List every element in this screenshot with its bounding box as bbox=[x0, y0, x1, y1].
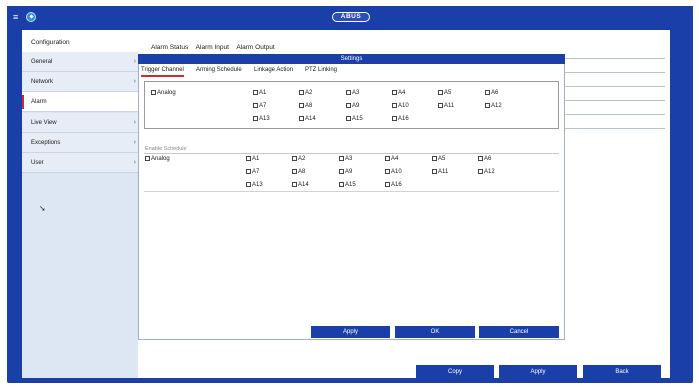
sidebar-item-general[interactable]: General › bbox=[22, 52, 138, 72]
checkbox-channel[interactable]: A16 bbox=[392, 116, 409, 122]
chevron-right-icon: › bbox=[133, 119, 136, 126]
sidebar-item-label: Network bbox=[31, 79, 54, 85]
brand-logo: ABUS bbox=[332, 12, 370, 22]
checkbox-channel[interactable]: A13 bbox=[253, 116, 270, 122]
dialog-ok-button[interactable]: OK bbox=[395, 326, 475, 338]
tab-trigger-channel[interactable]: Trigger Channel bbox=[141, 67, 184, 77]
checkbox-analog[interactable]: Analog bbox=[151, 90, 176, 96]
checkbox-schedule-channel[interactable]: A1 bbox=[246, 156, 259, 162]
alarm-subtabs: Alarm Status Alarm Input Alarm Output bbox=[151, 44, 281, 51]
dialog-cancel-button[interactable]: Cancel bbox=[479, 326, 559, 338]
checkbox-channel[interactable]: A4 bbox=[392, 90, 405, 96]
tab-ptz-linking[interactable]: PTZ Linking bbox=[305, 67, 337, 73]
tab-linkage-action[interactable]: Linkage Action bbox=[254, 67, 293, 73]
sidebar-item-label: Exceptions bbox=[31, 140, 61, 146]
tab-alarm-input[interactable]: Alarm Input bbox=[196, 44, 229, 51]
chevron-right-icon: › bbox=[133, 78, 136, 85]
checkbox-channel[interactable]: A1 bbox=[253, 90, 266, 96]
checkbox-schedule-channel[interactable]: A2 bbox=[292, 156, 305, 162]
checkbox-channel[interactable]: A11 bbox=[438, 103, 454, 109]
checkbox-schedule-channel[interactable]: A12 bbox=[478, 169, 495, 175]
sidebar-title: Configuration bbox=[22, 30, 138, 52]
sidebar-item-user[interactable]: User › bbox=[22, 153, 138, 173]
sidebar-item-label: User bbox=[31, 160, 44, 166]
menu-icon[interactable]: ≡ bbox=[13, 13, 22, 22]
sidebar-item-alarm[interactable]: Alarm bbox=[22, 92, 138, 112]
divider bbox=[144, 191, 559, 192]
checkbox-channel[interactable]: A5 bbox=[438, 90, 451, 96]
checkbox-schedule-channel[interactable]: A8 bbox=[292, 169, 305, 175]
checkbox-channel[interactable]: A6 bbox=[485, 90, 498, 96]
checkbox-schedule-channel[interactable]: A11 bbox=[432, 169, 448, 175]
checkbox-channel[interactable]: A8 bbox=[299, 103, 312, 109]
mouse-cursor-icon: ➘ bbox=[39, 204, 46, 213]
sidebar-item-label: Live View bbox=[31, 120, 57, 126]
sidebar-item-live-view[interactable]: Live View › bbox=[22, 113, 138, 133]
sidebar-item-exceptions[interactable]: Exceptions › bbox=[22, 133, 138, 153]
tab-alarm-output[interactable]: Alarm Output bbox=[236, 44, 274, 51]
chevron-right-icon: › bbox=[133, 139, 136, 146]
chevron-right-icon: › bbox=[133, 159, 136, 166]
sidebar-item-label: General bbox=[31, 59, 53, 65]
checkbox-schedule-channel[interactable]: A14 bbox=[292, 182, 309, 188]
checkbox-channel[interactable]: A9 bbox=[346, 103, 359, 109]
checkbox-channel[interactable]: A7 bbox=[253, 103, 266, 109]
checkbox-channel[interactable]: A15 bbox=[346, 116, 363, 122]
tab-alarm-status[interactable]: Alarm Status bbox=[151, 44, 188, 51]
dialog-apply-button[interactable]: Apply bbox=[311, 326, 390, 338]
home-icon[interactable] bbox=[26, 12, 36, 22]
checkbox-icon bbox=[151, 90, 156, 95]
copy-button[interactable]: Copy bbox=[416, 365, 494, 379]
enable-schedule-label: Enable Schedule bbox=[145, 146, 187, 152]
chevron-right-icon: › bbox=[133, 58, 136, 65]
checkbox-schedule-channel[interactable]: A15 bbox=[339, 182, 356, 188]
checkbox-channel[interactable]: A12 bbox=[485, 103, 502, 109]
back-button[interactable]: Back bbox=[583, 365, 661, 379]
checkbox-schedule-channel[interactable]: A10 bbox=[385, 169, 402, 175]
checkbox-schedule-channel[interactable]: A6 bbox=[478, 156, 491, 162]
checkbox-schedule-channel[interactable]: A9 bbox=[339, 169, 352, 175]
checkbox-schedule-analog[interactable]: Analog bbox=[145, 156, 170, 162]
apply-button[interactable]: Apply bbox=[499, 365, 577, 379]
checkbox-schedule-channel[interactable]: A13 bbox=[246, 182, 263, 188]
divider bbox=[144, 153, 559, 154]
checkbox-schedule-channel[interactable]: A5 bbox=[432, 156, 445, 162]
checkbox-schedule-channel[interactable]: A16 bbox=[385, 182, 402, 188]
checkbox-schedule-channel[interactable]: A3 bbox=[339, 156, 352, 162]
checkbox-channel[interactable]: A3 bbox=[346, 90, 359, 96]
checkbox-channel[interactable]: A14 bbox=[299, 116, 316, 122]
sidebar-item-network[interactable]: Network › bbox=[22, 72, 138, 92]
sidebar-item-label: Alarm bbox=[31, 99, 47, 105]
checkbox-channel[interactable]: A10 bbox=[392, 103, 409, 109]
tab-arming-schedule[interactable]: Arming Schedule bbox=[196, 67, 242, 73]
checkbox-schedule-channel[interactable]: A4 bbox=[385, 156, 398, 162]
checkbox-channel[interactable]: A2 bbox=[299, 90, 312, 96]
checkbox-schedule-channel[interactable]: A7 bbox=[246, 169, 259, 175]
dialog-title: Settings bbox=[138, 54, 565, 64]
